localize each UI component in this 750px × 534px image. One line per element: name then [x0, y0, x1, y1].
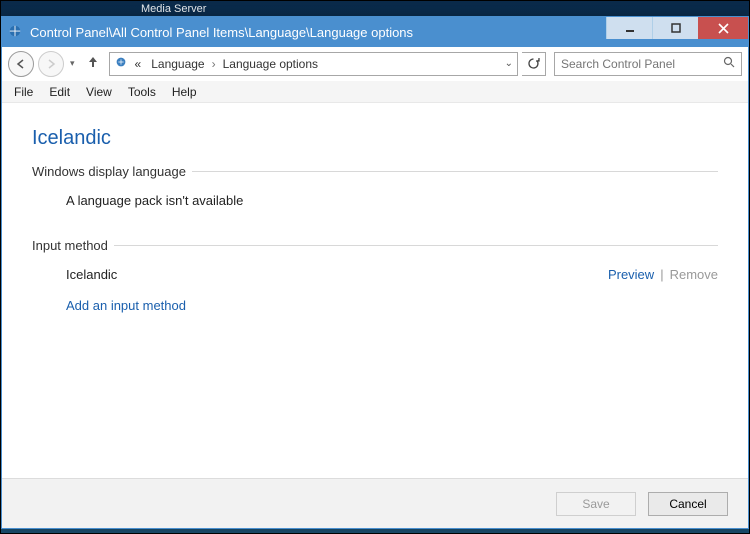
navbar: ▾ « Language › Language options ⌄: [2, 47, 748, 81]
search-icon: [723, 56, 735, 71]
remove-link: Remove: [670, 265, 718, 286]
cancel-button[interactable]: Cancel: [648, 492, 728, 516]
chevron-right-icon[interactable]: ›: [212, 57, 216, 71]
arrow-left-icon: [15, 58, 27, 70]
address-dropdown[interactable]: ⌄: [505, 58, 513, 69]
arrow-right-icon: [45, 58, 57, 70]
breadcrumb-prefix: «: [132, 57, 145, 71]
titlebar: Control Panel\All Control Panel Items\La…: [2, 17, 748, 47]
separator-line: [114, 245, 718, 246]
forward-button[interactable]: [38, 51, 64, 77]
section-label: Windows display language: [32, 164, 192, 179]
location-icon: [114, 55, 128, 72]
search-input[interactable]: [561, 57, 723, 71]
separator: |: [654, 265, 669, 286]
system-icon: [2, 24, 28, 41]
preview-link[interactable]: Preview: [608, 265, 654, 286]
search-box[interactable]: [554, 52, 742, 76]
section-label: Input method: [32, 238, 114, 253]
menu-edit[interactable]: Edit: [41, 83, 78, 101]
add-input-method-link[interactable]: Add an input method: [66, 296, 718, 317]
menu-help[interactable]: Help: [164, 83, 205, 101]
menu-file[interactable]: File: [6, 83, 41, 101]
section-display-language: Windows display language: [32, 164, 718, 179]
separator-line: [192, 171, 718, 172]
breadcrumb-item[interactable]: Language: [148, 57, 207, 71]
control-panel-window: Control Panel\All Control Panel Items\La…: [1, 16, 749, 529]
input-method-name: Icelandic: [66, 265, 608, 286]
refresh-icon: [527, 57, 540, 70]
menubar: File Edit View Tools Help: [2, 81, 748, 103]
back-button[interactable]: [8, 51, 34, 77]
input-method-row: Icelandic Preview | Remove: [66, 265, 718, 286]
display-language-status: A language pack isn't available: [66, 191, 718, 212]
maximize-button[interactable]: [652, 17, 698, 39]
minimize-button[interactable]: [606, 17, 652, 39]
desktop-icon-label: Media Server: [141, 3, 206, 15]
content-area: Icelandic Windows display language A lan…: [2, 103, 748, 478]
breadcrumb-item[interactable]: Language options: [220, 57, 321, 71]
recent-dropdown[interactable]: ▾: [68, 58, 77, 69]
section-input-method: Input method: [32, 238, 718, 253]
close-button[interactable]: [698, 17, 748, 39]
menu-view[interactable]: View: [78, 83, 120, 101]
refresh-button[interactable]: [522, 52, 546, 76]
menu-tools[interactable]: Tools: [120, 83, 164, 101]
up-button[interactable]: [81, 55, 105, 72]
save-button[interactable]: Save: [556, 492, 636, 516]
page-title: Icelandic: [32, 127, 718, 150]
arrow-up-icon: [87, 55, 99, 69]
address-bar[interactable]: « Language › Language options ⌄: [109, 52, 518, 76]
footer-bar: Save Cancel: [2, 478, 748, 528]
window-title: Control Panel\All Control Panel Items\La…: [28, 25, 606, 40]
